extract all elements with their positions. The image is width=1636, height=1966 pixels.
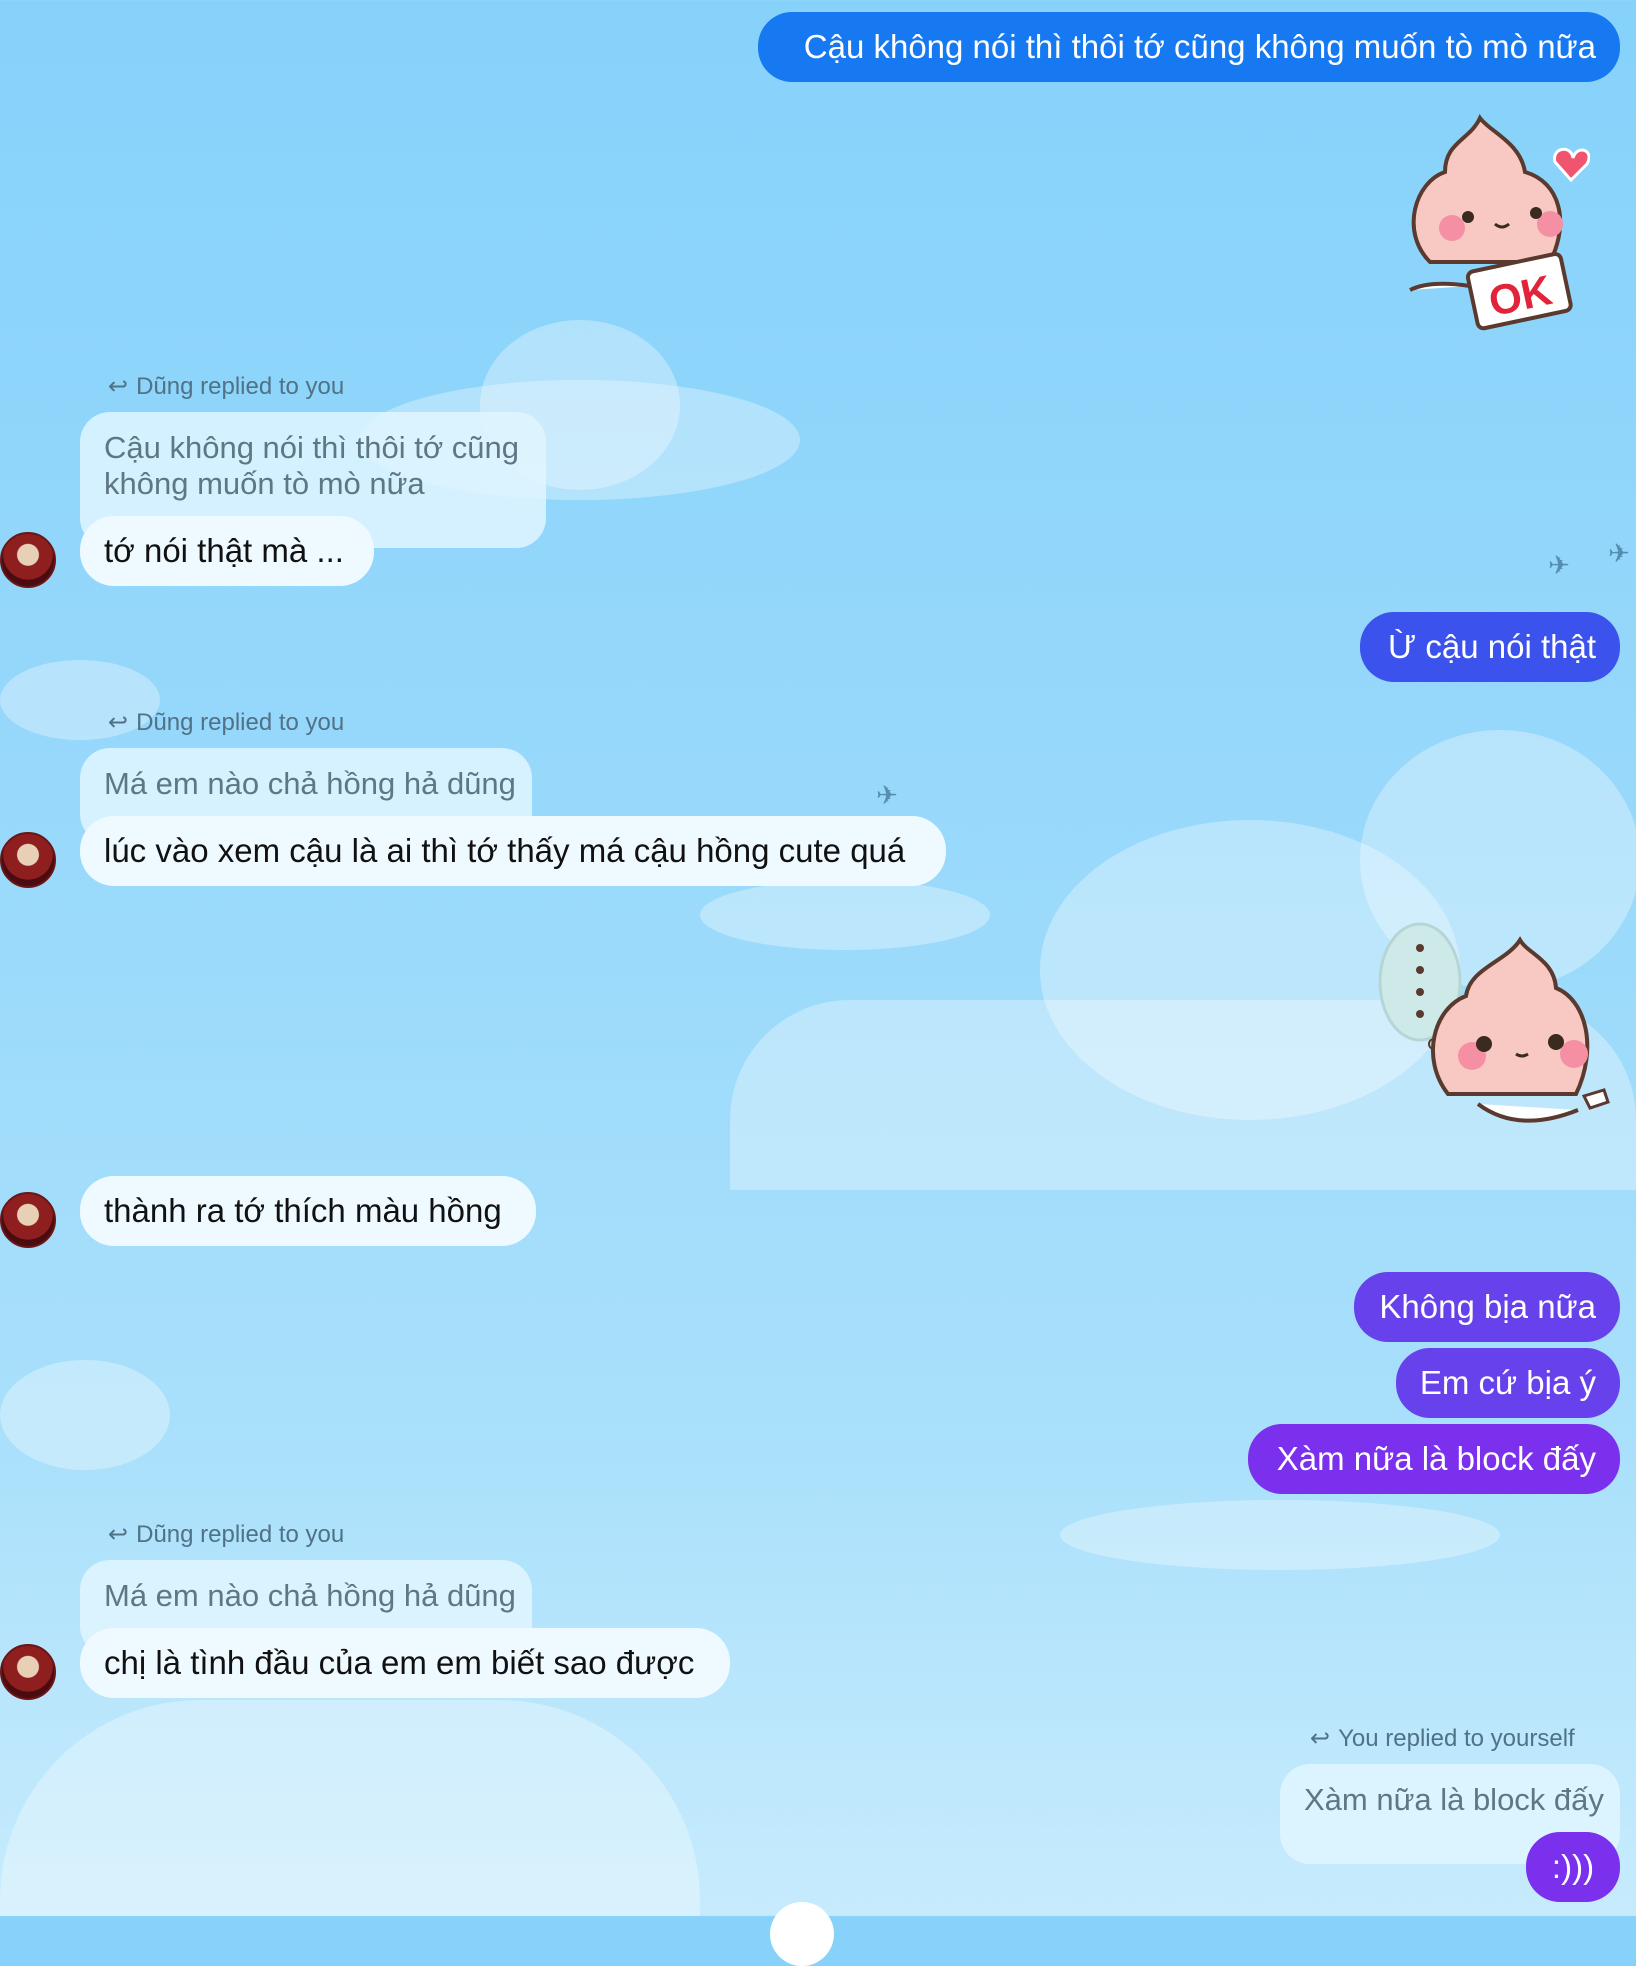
avatar[interactable]: [0, 1192, 56, 1248]
reply-arrow-icon: ↩: [108, 709, 129, 736]
outgoing-message[interactable]: Em cứ bịa ý: [1396, 1348, 1620, 1418]
reply-indicator: ↩ Dũng replied to you: [108, 708, 344, 737]
message-text: :))): [1551, 1848, 1595, 1885]
message-text: Không bịa nữa: [1379, 1288, 1596, 1325]
reply-indicator: ↩ Dũng replied to you: [108, 1520, 344, 1549]
reply-label-text: Dũng replied to you: [136, 372, 345, 400]
message-text: Xàm nữa là block đấy: [1276, 1440, 1596, 1477]
incoming-message[interactable]: thành ra tớ thích màu hồng: [80, 1176, 536, 1246]
reply-label-text: You replied to yourself: [1338, 1724, 1575, 1752]
message-text: thành ra tớ thích màu hồng: [104, 1192, 502, 1229]
avatar[interactable]: [0, 1644, 56, 1700]
outgoing-message[interactable]: Cậu không nói thì thôi tớ cũng không muố…: [758, 12, 1620, 82]
quoted-text: Cậu không nói thì thôi tớ cũng không muố…: [104, 430, 519, 501]
avatar[interactable]: [0, 832, 56, 888]
incoming-message[interactable]: chị là tình đầu của em em biết sao được: [80, 1628, 730, 1698]
incoming-message[interactable]: tớ nói thật mà ...: [80, 516, 374, 586]
reply-indicator: ↩ Dũng replied to you: [108, 372, 344, 401]
reply-indicator: ↩ You replied to yourself: [1310, 1724, 1575, 1753]
outgoing-message[interactable]: Xàm nữa là block đấy: [1248, 1424, 1620, 1494]
message-text: Cậu không nói thì thôi tớ cũng không muố…: [803, 28, 1596, 65]
outgoing-message[interactable]: :))): [1526, 1832, 1620, 1902]
quoted-text: Xàm nữa là block đấy: [1304, 1782, 1604, 1817]
outgoing-message[interactable]: Ừ cậu nói thật: [1360, 612, 1620, 682]
reply-arrow-icon: ↩: [108, 1521, 129, 1548]
message-text: Ừ cậu nói thật: [1388, 628, 1596, 665]
reply-label-text: Dũng replied to you: [136, 708, 345, 736]
message-text: Em cứ bịa ý: [1419, 1364, 1596, 1401]
message-text: chị là tình đầu của em em biết sao được: [104, 1644, 695, 1681]
outgoing-message[interactable]: Không bịa nữa: [1354, 1272, 1620, 1342]
reply-arrow-icon: ↩: [108, 373, 129, 400]
reply-label-text: Dũng replied to you: [136, 1520, 345, 1548]
scroll-to-bottom-button[interactable]: [770, 1902, 834, 1966]
ok-sticker[interactable]: OK: [1390, 112, 1591, 342]
message-text: tớ nói thật mà ...: [104, 532, 344, 569]
quoted-text: Má em nào chả hồng hả dũng: [104, 766, 516, 801]
poop-thinking-sticker-icon: [1378, 922, 1610, 1123]
message-text: lúc vào xem cậu là ai thì tớ thấy má cậu…: [104, 832, 906, 869]
avatar[interactable]: [0, 532, 56, 588]
thinking-sticker[interactable]: [1378, 918, 1618, 1144]
poop-ok-sticker-icon: OK: [1409, 114, 1591, 331]
incoming-message[interactable]: lúc vào xem cậu là ai thì tớ thấy má cậu…: [80, 816, 946, 886]
reply-arrow-icon: ↩: [1310, 1725, 1331, 1752]
quoted-text: Má em nào chả hồng hả dũng: [104, 1578, 516, 1613]
